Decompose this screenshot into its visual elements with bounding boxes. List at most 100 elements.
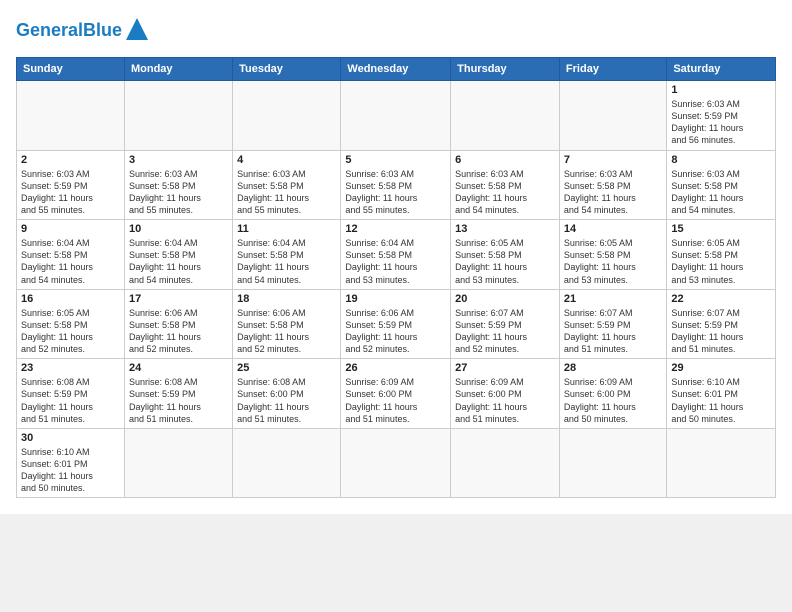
day-cell: 15 Sunrise: 6:05 AM Sunset: 5:58 PM Dayli… xyxy=(667,220,776,290)
logo-icon xyxy=(126,18,148,45)
week-row-1: 2 Sunrise: 6:03 AM Sunset: 5:59 PM Daylig… xyxy=(17,150,776,220)
day-cell: 28Sunrise: 6:09 AM Sunset: 6:00 PM Dayli… xyxy=(559,359,666,429)
day-cell xyxy=(233,428,341,498)
day-number: 4 xyxy=(237,154,336,166)
day-number: 1 xyxy=(671,84,771,96)
day-cell: 13 Sunrise: 6:05 AM Sunset: 5:58 PM Dayli… xyxy=(451,220,560,290)
weekday-tuesday: Tuesday xyxy=(233,58,341,81)
day-info: Sunrise: 6:08 AM Sunset: 6:00 PM Dayligh… xyxy=(237,376,336,425)
day-cell: 25Sunrise: 6:08 AM Sunset: 6:00 PM Dayli… xyxy=(233,359,341,429)
day-number: 5 xyxy=(345,154,446,166)
day-info: Sunrise: 6:07 AM Sunset: 5:59 PM Dayligh… xyxy=(671,307,771,356)
weekday-friday: Friday xyxy=(559,58,666,81)
day-number: 17 xyxy=(129,293,228,305)
day-number: 8 xyxy=(671,154,771,166)
day-cell: 23Sunrise: 6:08 AM Sunset: 5:59 PM Dayli… xyxy=(17,359,125,429)
day-info: Sunrise: 6:03 AM Sunset: 5:58 PM Dayligh… xyxy=(345,168,446,217)
day-cell xyxy=(451,428,560,498)
day-number: 29 xyxy=(671,362,771,374)
day-cell: 3 Sunrise: 6:03 AM Sunset: 5:58 PM Daylig… xyxy=(124,150,232,220)
day-info: Sunrise: 6:05 AM Sunset: 5:58 PM Dayligh… xyxy=(671,237,771,286)
week-row-3: 16 Sunrise: 6:05 AM Sunset: 5:58 PM Dayli… xyxy=(17,289,776,359)
day-number: 22 xyxy=(671,293,771,305)
day-cell: 18Sunrise: 6:06 AM Sunset: 5:58 PM Dayli… xyxy=(233,289,341,359)
weekday-monday: Monday xyxy=(124,58,232,81)
day-cell: 12 Sunrise: 6:04 AM Sunset: 5:58 PM Dayli… xyxy=(341,220,451,290)
day-cell: 11 Sunrise: 6:04 AM Sunset: 5:58 PM Dayli… xyxy=(233,220,341,290)
day-info: Sunrise: 6:03 AM Sunset: 5:58 PM Dayligh… xyxy=(671,168,771,217)
day-number: 16 xyxy=(21,293,120,305)
day-info: Sunrise: 6:10 AM Sunset: 6:01 PM Dayligh… xyxy=(21,446,120,495)
logo-blue: Blue xyxy=(83,20,122,40)
day-number: 6 xyxy=(455,154,555,166)
day-cell xyxy=(559,428,666,498)
day-cell: 5 Sunrise: 6:03 AM Sunset: 5:58 PM Daylig… xyxy=(341,150,451,220)
day-info: Sunrise: 6:04 AM Sunset: 5:58 PM Dayligh… xyxy=(345,237,446,286)
page: GeneralBlue SundayMondayTuesdayWednesday… xyxy=(0,0,792,514)
week-row-5: 30 Sunrise: 6:10 AM Sunset: 6:01 PM Dayli… xyxy=(17,428,776,498)
day-info: Sunrise: 6:05 AM Sunset: 5:58 PM Dayligh… xyxy=(21,307,120,356)
day-number: 11 xyxy=(237,223,336,235)
day-info: Sunrise: 6:08 AM Sunset: 5:59 PM Dayligh… xyxy=(129,376,228,425)
day-number: 19 xyxy=(345,293,446,305)
day-info: Sunrise: 6:09 AM Sunset: 6:00 PM Dayligh… xyxy=(455,376,555,425)
logo-general: General xyxy=(16,20,83,40)
day-info: Sunrise: 6:03 AM Sunset: 5:59 PM Dayligh… xyxy=(21,168,120,217)
day-number: 26 xyxy=(345,362,446,374)
weekday-wednesday: Wednesday xyxy=(341,58,451,81)
day-info: Sunrise: 6:03 AM Sunset: 5:58 PM Dayligh… xyxy=(129,168,228,217)
day-cell xyxy=(667,428,776,498)
day-cell: 19 Sunrise: 6:06 AM Sunset: 5:59 PM Dayli… xyxy=(341,289,451,359)
day-number: 15 xyxy=(671,223,771,235)
day-number: 3 xyxy=(129,154,228,166)
logo-wordmark: GeneralBlue xyxy=(16,16,148,45)
week-row-0: 1 Sunrise: 6:03 AM Sunset: 5:59 PM Daylig… xyxy=(17,81,776,151)
day-cell: 1 Sunrise: 6:03 AM Sunset: 5:59 PM Daylig… xyxy=(667,81,776,151)
day-info: Sunrise: 6:06 AM Sunset: 5:59 PM Dayligh… xyxy=(345,307,446,356)
day-info: Sunrise: 6:03 AM Sunset: 5:59 PM Dayligh… xyxy=(671,98,771,147)
day-number: 2 xyxy=(21,154,120,166)
day-number: 7 xyxy=(564,154,662,166)
day-info: Sunrise: 6:05 AM Sunset: 5:58 PM Dayligh… xyxy=(455,237,555,286)
day-info: Sunrise: 6:05 AM Sunset: 5:58 PM Dayligh… xyxy=(564,237,662,286)
day-number: 9 xyxy=(21,223,120,235)
day-cell xyxy=(559,81,666,151)
day-number: 13 xyxy=(455,223,555,235)
week-row-4: 23 Sunrise: 6:08 AM Sunset: 5:59 PM Dayli… xyxy=(17,359,776,429)
day-cell xyxy=(451,81,560,151)
day-number: 23 xyxy=(21,362,120,374)
day-cell xyxy=(233,81,341,151)
day-info: Sunrise: 6:09 AM Sunset: 6:00 PM Dayligh… xyxy=(564,376,662,425)
day-info: Sunrise: 6:04 AM Sunset: 5:58 PM Dayligh… xyxy=(21,237,120,286)
day-number: 21 xyxy=(564,293,662,305)
day-cell: 9 Sunrise: 6:04 AM Sunset: 5:58 PM Daylig… xyxy=(17,220,125,290)
day-cell: 30 Sunrise: 6:10 AM Sunset: 6:01 PM Dayli… xyxy=(17,428,125,498)
day-cell: 17 Sunrise: 6:06 AM Sunset: 5:58 PM Dayli… xyxy=(124,289,232,359)
day-number: 30 xyxy=(21,432,120,444)
day-cell: 10Sunrise: 6:04 AM Sunset: 5:58 PM Dayli… xyxy=(124,220,232,290)
day-cell: 22 Sunrise: 6:07 AM Sunset: 5:59 PM Dayli… xyxy=(667,289,776,359)
day-cell xyxy=(341,428,451,498)
day-cell: 16 Sunrise: 6:05 AM Sunset: 5:58 PM Dayli… xyxy=(17,289,125,359)
day-info: Sunrise: 6:04 AM Sunset: 5:58 PM Dayligh… xyxy=(237,237,336,286)
day-cell: 27Sunrise: 6:09 AM Sunset: 6:00 PM Dayli… xyxy=(451,359,560,429)
day-number: 18 xyxy=(237,293,336,305)
day-number: 24 xyxy=(129,362,228,374)
day-cell xyxy=(17,81,125,151)
day-cell xyxy=(124,81,232,151)
day-cell: 21 Sunrise: 6:07 AM Sunset: 5:59 PM Dayli… xyxy=(559,289,666,359)
day-info: Sunrise: 6:04 AM Sunset: 5:58 PM Dayligh… xyxy=(129,237,228,286)
day-info: Sunrise: 6:07 AM Sunset: 5:59 PM Dayligh… xyxy=(455,307,555,356)
weekday-saturday: Saturday xyxy=(667,58,776,81)
weekday-header-row: SundayMondayTuesdayWednesdayThursdayFrid… xyxy=(17,58,776,81)
day-info: Sunrise: 6:10 AM Sunset: 6:01 PM Dayligh… xyxy=(671,376,771,425)
day-number: 14 xyxy=(564,223,662,235)
day-number: 12 xyxy=(345,223,446,235)
day-info: Sunrise: 6:06 AM Sunset: 5:58 PM Dayligh… xyxy=(129,307,228,356)
calendar: SundayMondayTuesdayWednesdayThursdayFrid… xyxy=(16,57,776,498)
day-info: Sunrise: 6:03 AM Sunset: 5:58 PM Dayligh… xyxy=(455,168,555,217)
day-cell xyxy=(341,81,451,151)
day-cell: 8 Sunrise: 6:03 AM Sunset: 5:58 PM Daylig… xyxy=(667,150,776,220)
day-info: Sunrise: 6:07 AM Sunset: 5:59 PM Dayligh… xyxy=(564,307,662,356)
day-cell: 2 Sunrise: 6:03 AM Sunset: 5:59 PM Daylig… xyxy=(17,150,125,220)
